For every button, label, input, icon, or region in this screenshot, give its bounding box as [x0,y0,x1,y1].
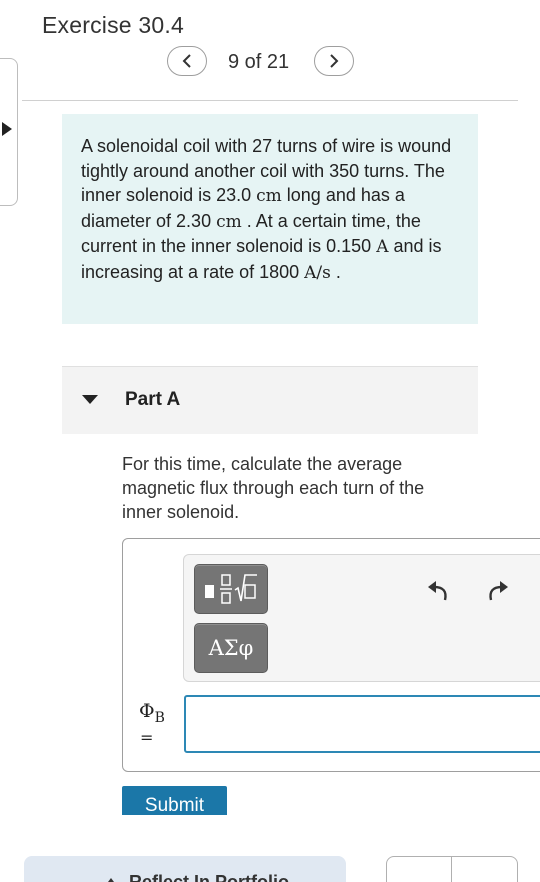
bottom-pager-divider [451,856,452,882]
undo-button[interactable] [425,578,453,604]
redo-button[interactable] [483,578,511,604]
problem-statement: A solenoidal coil with 27 turns of wire … [62,114,478,324]
undo-icon [428,581,447,601]
chevron-right-icon [330,54,339,68]
chevron-left-icon [182,54,191,68]
collapse-triangle-icon[interactable] [82,395,98,404]
previous-button[interactable] [167,46,207,76]
header-divider [22,100,518,101]
bottom-action-bar[interactable]: Reflect In Portfolio [24,856,346,882]
submit-button[interactable]: Submit [122,786,227,816]
templates-icon [205,574,257,604]
variable-label: ΦB [139,700,165,726]
part-label[interactable]: Part A [125,389,180,411]
symbols-button[interactable]: ΑΣφ [194,623,268,673]
viewport-clip [0,815,540,855]
bottom-action-label: Reflect In Portfolio [129,872,290,882]
page-title: Exercise 30.4 [42,12,184,38]
answer-input[interactable] [184,695,540,753]
part-question: For this time, calculate the average mag… [122,454,425,522]
expand-arrow-icon[interactable] [2,122,12,136]
templates-button[interactable] [194,564,268,614]
pager-text: 9 of 21 [228,51,290,73]
next-button[interactable] [314,46,354,76]
bottom-pager[interactable] [386,856,518,882]
flag-icon [108,878,114,882]
redo-icon [489,581,508,601]
equals-sign: = [140,728,154,747]
